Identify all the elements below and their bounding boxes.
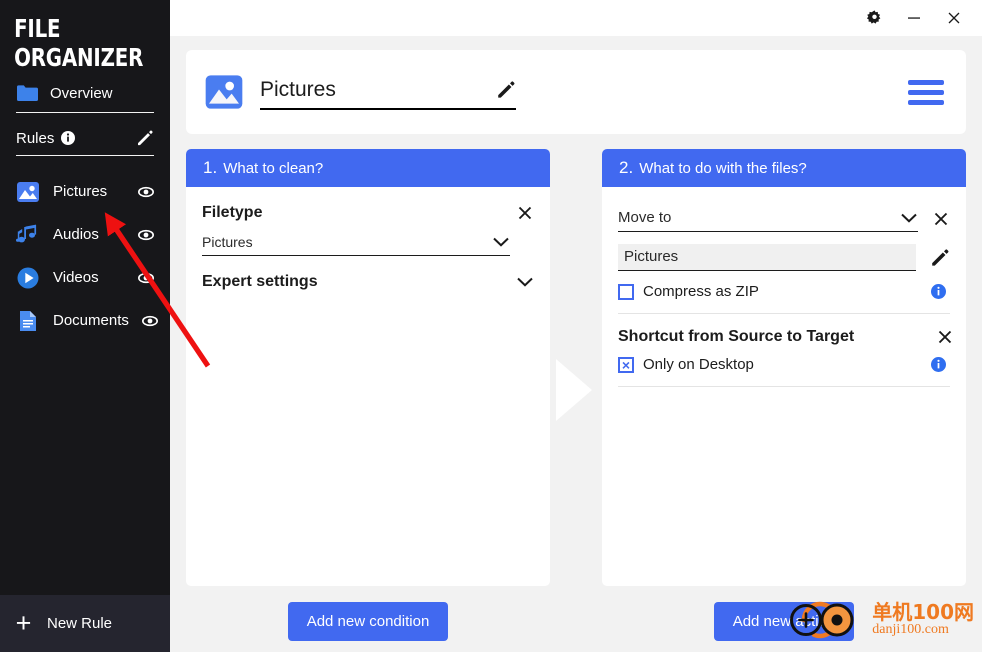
app-window: FILE ORGANIZER Overview Rules Pictures A… [0, 0, 982, 652]
checkbox-check-mark: × [621, 356, 631, 373]
new-rule-label: New Rule [47, 615, 113, 632]
image-icon [16, 180, 40, 204]
conditions-panel-body: Filetype Pictures Expert settings [186, 187, 550, 291]
conditions-panel: 1. What to clean? Filetype Pictures Expe… [186, 149, 550, 586]
add-new-condition-button[interactable]: Add new condition [287, 601, 449, 641]
hamburger-bar [908, 99, 944, 105]
sidebar-item-pictures-label: Pictures [53, 183, 108, 200]
rule-name-field[interactable]: Pictures [260, 78, 516, 110]
pencil-icon[interactable] [496, 80, 516, 100]
music-icon [16, 223, 40, 247]
rule-header-card: Pictures [186, 50, 966, 134]
close-icon[interactable] [932, 210, 950, 228]
gear-icon [866, 9, 883, 27]
pencil-icon[interactable] [136, 129, 154, 147]
sidebar-divider-1 [16, 112, 154, 113]
conditions-step-title: What to clean? [223, 159, 324, 177]
info-icon[interactable] [931, 284, 946, 299]
document-icon [16, 309, 40, 333]
rules-header-label: Rules [16, 129, 55, 147]
eye-icon[interactable] [138, 270, 154, 286]
action-target-input[interactable]: Pictures [618, 244, 916, 271]
actions-step-title: What to do with the files? [639, 159, 807, 177]
action-shortcut-title: Shortcut from Source to Target [618, 328, 855, 345]
close-icon [946, 10, 962, 26]
info-icon[interactable] [61, 131, 76, 145]
condition-filetype-label: Filetype [202, 204, 263, 221]
sidebar-item-documents-label: Documents [53, 312, 129, 329]
panels-container: 1. What to clean? Filetype Pictures Expe… [186, 149, 966, 590]
content-area: Pictures 1. What to clean? Filetype Pict… [170, 36, 982, 652]
expert-settings-label: Expert settings [202, 273, 318, 290]
action-shortcut-row: Shortcut from Source to Target [618, 314, 952, 352]
sidebar-item-audios-label: Audios [53, 226, 99, 243]
sidebar-item-videos[interactable]: Videos [0, 256, 170, 299]
chevron-down-icon[interactable] [900, 212, 918, 224]
action-move-select-row: Move to [618, 199, 950, 232]
condition-filetype-select[interactable]: Pictures [202, 230, 510, 256]
settings-gear-button[interactable] [854, 1, 894, 35]
sidebar-item-overview[interactable]: Overview [0, 78, 170, 112]
info-icon[interactable] [931, 357, 946, 372]
conditions-step-number: 1. [203, 158, 218, 177]
conditions-panel-header: 1. What to clean? [186, 149, 550, 187]
action-divider-2 [618, 386, 950, 387]
window-titlebar [170, 0, 982, 36]
compress-zip-label: Compress as ZIP [643, 283, 759, 300]
app-brand-title: FILE ORGANIZER [14, 14, 144, 72]
chevron-down-icon[interactable] [492, 236, 510, 248]
sidebar-item-documents[interactable]: Documents [0, 299, 170, 342]
actions-panel: 2. What to do with the files? Move to Pi… [602, 149, 966, 586]
main-area: Pictures 1. What to clean? Filetype Pict… [170, 0, 982, 652]
sidebar-item-overview-label: Overview [50, 84, 113, 102]
only-desktop-row: × Only on Desktop [618, 356, 950, 373]
footer-buttons: Add new condition Add new action [186, 590, 966, 652]
arrow-right-icon [556, 359, 592, 421]
add-new-action-button[interactable]: Add new action [713, 601, 855, 641]
rule-name-value: Pictures [260, 78, 336, 101]
actions-step-number: 2. [619, 158, 634, 177]
sidebar-item-audios[interactable]: Audios [0, 213, 170, 256]
action-target-row: Pictures [618, 232, 950, 271]
close-icon[interactable] [516, 204, 534, 222]
condition-filetype-select-row: Pictures [202, 230, 534, 256]
close-button[interactable] [934, 1, 974, 35]
sidebar: FILE ORGANIZER Overview Rules Pictures A… [0, 0, 170, 652]
sidebar-rule-list: Pictures Audios Videos Documents [0, 156, 170, 342]
hamburger-bar [908, 89, 944, 95]
minimize-icon [906, 10, 922, 26]
only-desktop-label: Only on Desktop [643, 356, 754, 373]
expert-settings-row[interactable]: Expert settings [202, 256, 534, 291]
sidebar-divider-2 [16, 155, 154, 156]
sidebar-item-videos-label: Videos [53, 269, 99, 286]
compress-zip-checkbox[interactable] [618, 283, 634, 300]
hamburger-icon[interactable] [908, 79, 944, 105]
condition-filetype-row: Filetype [202, 199, 534, 230]
sidebar-item-pictures[interactable]: Pictures [0, 170, 170, 213]
condition-filetype-value: Pictures [202, 234, 253, 250]
compress-zip-row: Compress as ZIP [618, 283, 950, 300]
new-rule-button[interactable]: + New Rule [0, 595, 170, 652]
plus-icon: + [15, 608, 32, 638]
sidebar-rules-header: Rules [0, 113, 170, 155]
action-target-value: Pictures [624, 248, 679, 265]
folder-icon [16, 84, 38, 102]
image-icon [204, 72, 244, 112]
eye-icon[interactable] [138, 184, 154, 200]
flow-arrow [550, 359, 602, 421]
video-icon [16, 266, 40, 290]
actions-panel-header: 2. What to do with the files? [602, 149, 966, 187]
actions-panel-body: Move to Pictures Compress as ZIP Shortcu… [602, 187, 966, 387]
eye-icon[interactable] [138, 227, 154, 243]
only-desktop-checkbox[interactable]: × [618, 356, 634, 373]
close-icon[interactable] [936, 328, 954, 346]
chevron-down-icon[interactable] [516, 276, 534, 288]
minimize-button[interactable] [894, 1, 934, 35]
hamburger-bar [908, 79, 944, 85]
action-type-value: Move to [618, 209, 672, 226]
pencil-icon[interactable] [930, 248, 950, 268]
eye-icon[interactable] [141, 313, 158, 329]
action-type-select[interactable]: Move to [618, 205, 918, 232]
